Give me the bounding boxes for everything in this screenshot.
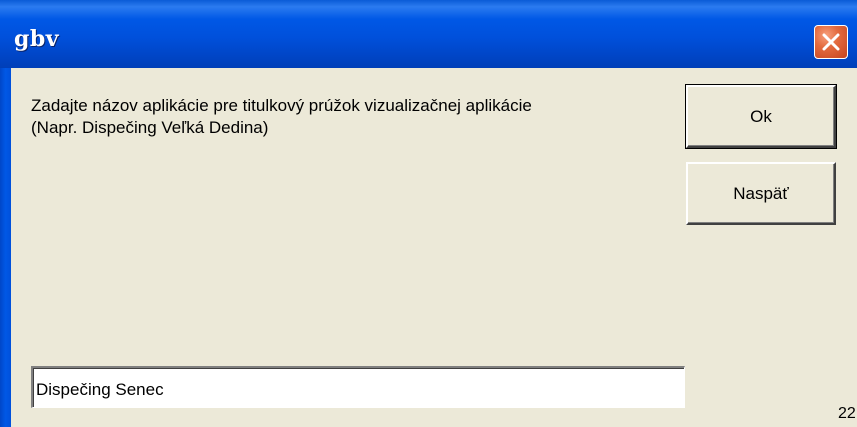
window-left-border — [0, 68, 11, 427]
back-button[interactable]: Naspäť — [686, 162, 836, 225]
prompt-line-2: (Napr. Dispečing Veľká Dedina) — [31, 118, 269, 137]
close-button[interactable] — [814, 25, 848, 59]
close-icon — [822, 33, 840, 51]
prompt-line-1: Zadajte názov aplikácie pre titulkový pr… — [31, 96, 532, 115]
prompt-text: Zadajte názov aplikácie pre titulkový pr… — [31, 95, 681, 139]
ok-button[interactable]: Ok — [685, 84, 837, 149]
input-dialog-window: gbv Zadajte názov aplikácie pre titulkov… — [0, 0, 857, 427]
corner-label: 22 — [838, 405, 856, 422]
app-title-input[interactable] — [31, 366, 685, 408]
title-bar[interactable]: gbv — [0, 0, 857, 68]
window-title: gbv — [14, 26, 60, 52]
